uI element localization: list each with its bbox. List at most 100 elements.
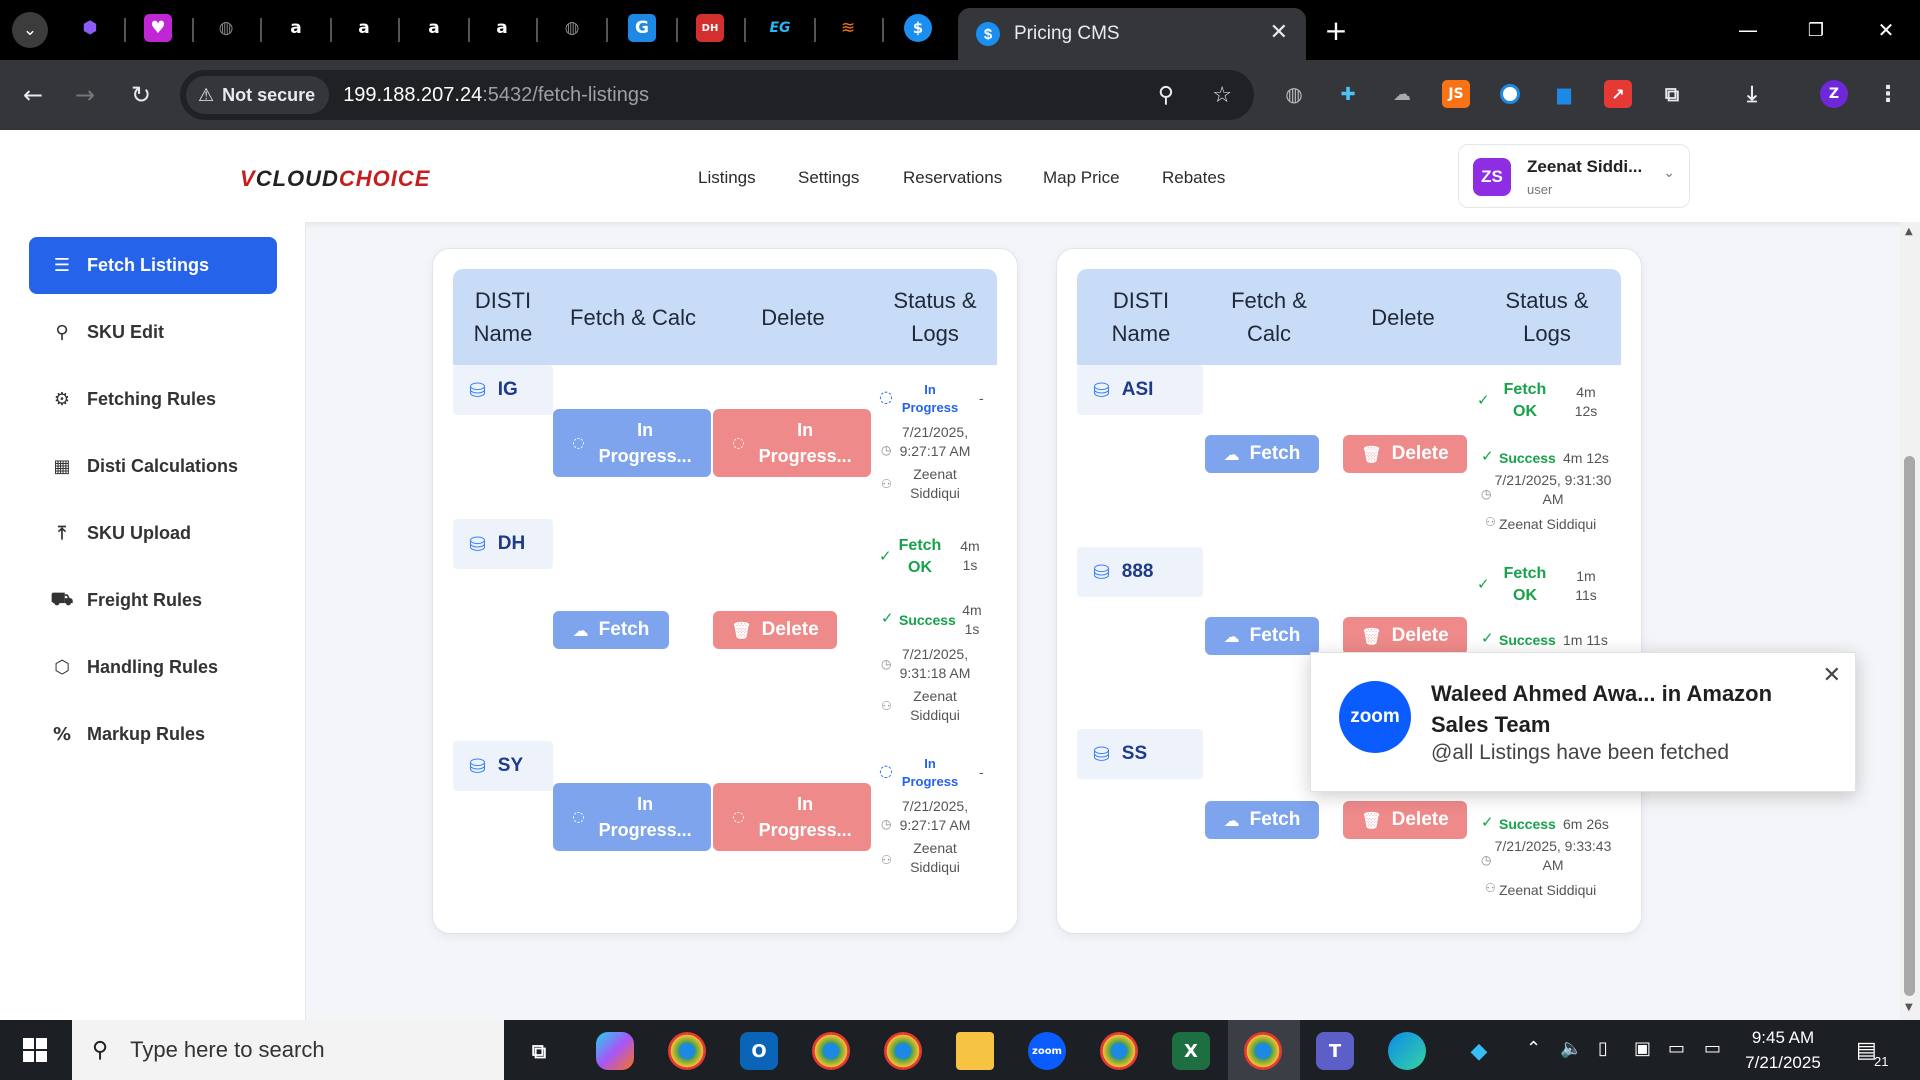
globe-icon[interactable]: ◍ xyxy=(558,14,586,42)
amazon-icon[interactable]: a xyxy=(282,14,310,42)
nav-reservations[interactable]: Reservations xyxy=(903,168,1002,188)
fetch-button[interactable]: ◌ In Progress... xyxy=(553,783,711,851)
sidebar-item-freight-rules[interactable]: ⛟ Freight Rules xyxy=(29,572,277,629)
nav-rebates[interactable]: Rebates xyxy=(1162,168,1225,188)
stack-icon[interactable]: ≋ xyxy=(834,14,862,42)
cloud-icon[interactable]: ☁ xyxy=(1388,80,1416,108)
cloudchoice-logo[interactable]: VCLOUDCHOICE xyxy=(240,166,430,192)
sidebar-item-sku-edit[interactable]: ⚲ SKU Edit xyxy=(29,304,277,361)
sidebar-item-fetch-listings[interactable]: ☰ Fetch Listings xyxy=(29,237,277,294)
extensions-icon[interactable]: ⧉ xyxy=(1658,80,1686,108)
delete-button[interactable]: ◌ In Progress... xyxy=(713,783,871,851)
close-tab-icon[interactable]: ✕ xyxy=(1270,20,1288,45)
fetch-button[interactable]: ☁ Fetch xyxy=(1205,617,1319,655)
chrome-profile-icon[interactable] xyxy=(812,1032,850,1070)
tab-separator xyxy=(814,18,816,42)
scroll-up-icon[interactable]: ▲ xyxy=(1905,226,1913,237)
task-view-icon[interactable]: ⧉ xyxy=(520,1032,558,1070)
dollar-icon[interactable]: $ xyxy=(904,14,932,42)
delete-button[interactable]: 🗑 Delete xyxy=(1343,617,1467,655)
excel-icon[interactable]: X xyxy=(1172,1032,1210,1070)
amazon-icon[interactable]: a xyxy=(488,14,516,42)
chrome-active-icon[interactable] xyxy=(1244,1032,1282,1070)
amazon-icon[interactable]: a xyxy=(420,14,448,42)
taskbar-search[interactable]: ⚲ Type here to search xyxy=(72,1020,504,1080)
nav-listings[interactable]: Listings xyxy=(698,168,756,188)
bookmark-star-icon[interactable]: ☆ xyxy=(1212,83,1232,108)
network-icon[interactable]: ▭ xyxy=(1704,1038,1721,1059)
copilot-icon[interactable] xyxy=(596,1032,634,1070)
forward-button[interactable]: → xyxy=(66,76,104,114)
address-bar[interactable]: ⚠ Not secure 199.188.207.24:5432/fetch-l… xyxy=(180,70,1254,120)
download-icon[interactable]: ⤓ xyxy=(1738,80,1766,108)
chrome-profile-icon[interactable] xyxy=(668,1032,706,1070)
volume-mute-icon[interactable]: 🔈 xyxy=(1560,1038,1582,1059)
fetch-button[interactable]: ☁ Fetch xyxy=(1205,435,1319,473)
file-explorer-icon[interactable] xyxy=(956,1032,994,1070)
tab-search-button[interactable]: ⌄ xyxy=(12,12,48,48)
zoom-icon[interactable]: ⚲ xyxy=(1158,83,1174,108)
taskbar-clock[interactable]: 9:45 AM 7/21/2025 xyxy=(1738,1026,1828,1075)
heart-app-icon[interactable]: ♥ xyxy=(144,14,172,42)
sidebar-item-handling-rules[interactable]: ⬡ Handling Rules xyxy=(29,639,277,696)
delete-button[interactable]: 🗑 Delete xyxy=(1343,435,1467,473)
device-icon[interactable]: ▯ xyxy=(1598,1038,1608,1059)
fetch-button[interactable]: ☁ Fetch xyxy=(1205,801,1319,839)
active-tab[interactable]: $ Pricing CMS ✕ xyxy=(958,8,1306,60)
zoom-notification[interactable]: zoom Waleed Ahmed Awa... in Amazon Sales… xyxy=(1310,652,1856,792)
close-window-button[interactable]: ✕ xyxy=(1864,10,1908,50)
globe-icon[interactable]: ◍ xyxy=(212,14,240,42)
security-indicator[interactable]: ⚠ Not secure xyxy=(186,76,330,114)
globe-ext-icon[interactable]: ◍ xyxy=(1280,80,1308,108)
log-timestamp: 7/21/2025, 9:27:17 AM xyxy=(899,424,971,459)
g-icon[interactable]: G xyxy=(628,14,656,42)
amazon-icon[interactable]: a xyxy=(350,14,378,42)
delete-button[interactable]: ◌ In Progress... xyxy=(713,409,871,477)
sidebar-item-label: SKU Upload xyxy=(87,523,192,543)
scroll-down-icon[interactable]: ▼ xyxy=(1905,1002,1913,1013)
delete-button[interactable]: 🗑 Delete xyxy=(1343,801,1467,839)
profile-avatar[interactable]: Z xyxy=(1820,80,1848,108)
restore-button[interactable]: ❐ xyxy=(1794,10,1838,50)
cube-icon[interactable]: ⬢ xyxy=(76,14,104,42)
screen-icon[interactable]: ▣ xyxy=(1634,1038,1651,1059)
log-user: Zeenat Siddiqui xyxy=(1499,516,1597,532)
fetch-button[interactable]: ☁ Fetch xyxy=(553,611,669,649)
vscode-icon[interactable]: ◆ xyxy=(1460,1032,1498,1070)
log-timestamp: 7/21/2025, 9:31:30 AM xyxy=(1494,472,1612,507)
zoom-icon[interactable]: zoom xyxy=(1028,1032,1066,1070)
arrow-icon[interactable]: ↗ xyxy=(1604,80,1632,108)
nav-map-price[interactable]: Map Price xyxy=(1043,168,1120,188)
sidebar-item-disti-calculations[interactable]: ▦ Disti Calculations xyxy=(29,438,277,495)
start-button[interactable] xyxy=(0,1020,70,1080)
chevron-up-icon[interactable]: ⌃ xyxy=(1526,1038,1541,1059)
dh-icon[interactable]: DH xyxy=(696,14,724,42)
circle-icon[interactable] xyxy=(1496,80,1524,108)
close-icon[interactable]: ✕ xyxy=(1823,663,1841,688)
edge-icon[interactable] xyxy=(1388,1032,1426,1070)
outlook-icon[interactable]: O xyxy=(740,1032,778,1070)
teams-icon[interactable]: T xyxy=(1316,1032,1354,1070)
reload-button[interactable]: ↻ xyxy=(122,76,160,114)
new-tab-button[interactable]: + xyxy=(1314,10,1358,50)
back-button[interactable]: ← xyxy=(14,76,52,114)
sidebar-item-sku-upload[interactable]: ⤒ SKU Upload xyxy=(29,505,277,562)
user-menu[interactable]: ZS Zeenat Siddi... user ⌄ xyxy=(1458,144,1690,208)
battery-icon[interactable]: ▭ xyxy=(1668,1038,1685,1059)
nav-settings[interactable]: Settings xyxy=(798,168,859,188)
eg-icon[interactable]: EG xyxy=(766,14,794,42)
sidebar-item-markup-rules[interactable]: % Markup Rules xyxy=(29,706,277,763)
delete-button[interactable]: 🗑 Delete xyxy=(713,611,837,649)
scrollbar-thumb[interactable] xyxy=(1904,456,1915,996)
chart-icon[interactable]: ▆ xyxy=(1550,80,1578,108)
minimize-button[interactable]: — xyxy=(1726,10,1770,50)
logo-v: V xyxy=(240,166,256,191)
menu-kebab-icon[interactable]: ⋮ xyxy=(1874,80,1902,108)
chrome-profile-icon[interactable] xyxy=(884,1032,922,1070)
chrome-icon[interactable] xyxy=(1100,1032,1138,1070)
sidebar-item-fetching-rules[interactable]: ⚙ Fetching Rules xyxy=(29,371,277,428)
fetch-button[interactable]: ◌ In Progress... xyxy=(553,409,711,477)
js-icon[interactable]: JS xyxy=(1442,80,1470,108)
sidebar: ☰ Fetch Listings ⚲ SKU Edit ⚙ Fetching Rule… xyxy=(0,222,306,1020)
puzzle-plus-icon[interactable]: ✚ xyxy=(1334,80,1362,108)
